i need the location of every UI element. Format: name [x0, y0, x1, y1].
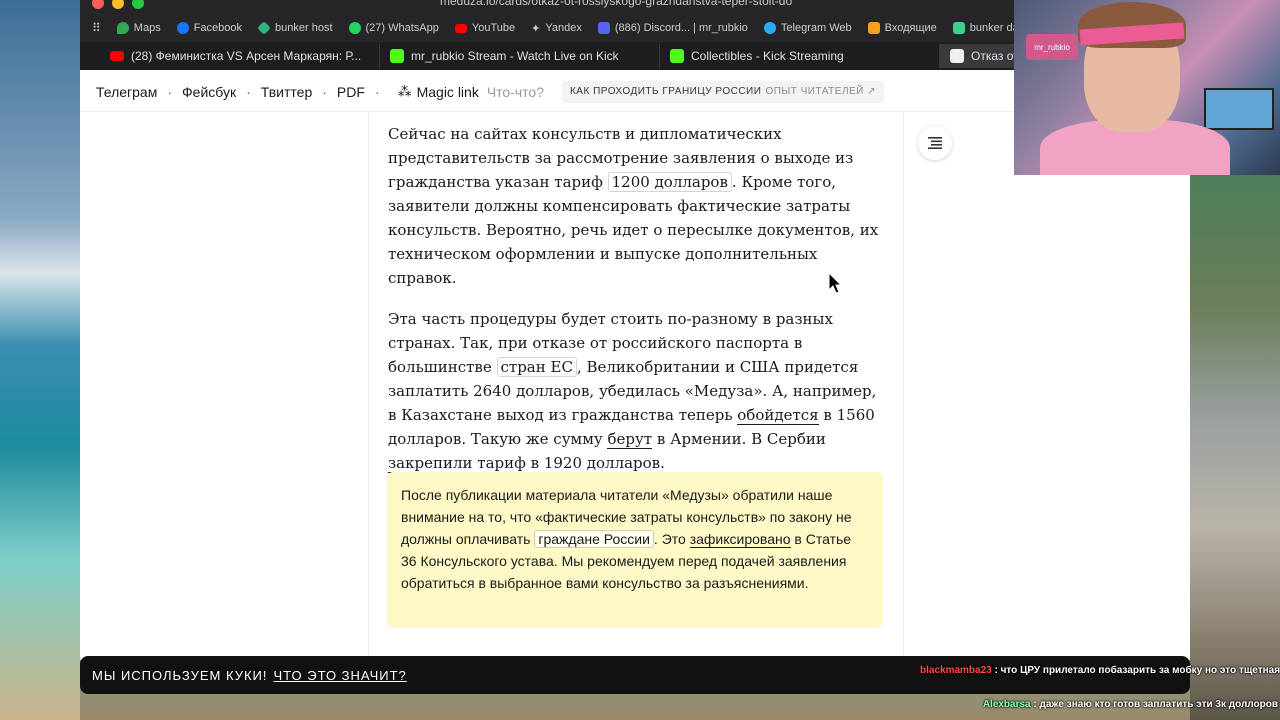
share-facebook-link[interactable]: Фейсбук — [182, 84, 236, 100]
inline-link-1200-usd[interactable]: 1200 долларов — [607, 172, 732, 192]
monitor-in-background — [1204, 88, 1274, 130]
discord-icon — [597, 22, 610, 34]
share-toolbar: Телеграм · Фейсбук · Твиттер · PDF · ⁂ M… — [80, 72, 1014, 112]
youtube-icon — [454, 23, 467, 33]
paragraph: Эта часть процедуры будет стоить по-разн… — [388, 310, 877, 473]
bookmark-discord[interactable]: (886) Discord... | mr_rubkio — [597, 22, 748, 34]
bookmark-youtube[interactable]: YouTube — [454, 22, 515, 34]
database-icon — [952, 22, 965, 34]
bookmark-inbox[interactable]: Входящие — [867, 22, 937, 34]
chat-message: Alexbarsa : даже знаю кто готов заплатит… — [982, 699, 1278, 710]
meduza-icon — [950, 49, 964, 63]
youtube-icon — [110, 51, 124, 61]
mouse-cursor-icon — [828, 272, 842, 294]
close-window-button[interactable] — [92, 0, 104, 9]
stream-chat-overlay: blackmamba23 : что ЦРУ прилетало побазар… — [920, 662, 1280, 720]
bookmark-yandex[interactable]: ✦ Yandex — [531, 22, 582, 35]
telegram-icon — [763, 22, 776, 34]
nav-separator: · — [167, 83, 173, 100]
tab-kick-collectibles[interactable]: Collectibles - Kick Streaming — [660, 44, 940, 68]
streamer-logo: mr_rubkio — [1026, 34, 1078, 60]
article-body: Сейчас на сайтах консульств и дипломатич… — [388, 122, 888, 492]
chat-username: Alexbarsa — [982, 699, 1031, 710]
bookmark-facebook[interactable]: Facebook — [176, 22, 242, 34]
editorial-note: После публикации материала читатели «Мед… — [387, 472, 883, 628]
tab-youtube[interactable]: (28) Феминистка VS Арсен Маркарян: Р... — [100, 44, 380, 68]
border-crossing-promo[interactable]: КАК ПРОХОДИТЬ ГРАНИЦУ РОССИИ ОПЫТ ЧИТАТЕ… — [561, 80, 885, 103]
facebook-icon — [176, 22, 189, 34]
minimize-window-button[interactable] — [112, 0, 124, 9]
pdf-link[interactable]: PDF — [337, 84, 365, 100]
nav-separator: · — [246, 83, 251, 100]
maximize-window-button[interactable] — [132, 0, 144, 9]
share-telegram-link[interactable]: Телеграм — [96, 84, 157, 100]
diamond-icon — [257, 21, 271, 35]
paragraph: Сейчас на сайтах консульств и дипломатич… — [388, 125, 879, 287]
webcam-overlay: mr_rubkio — [1014, 0, 1280, 175]
bookmark-telegram[interactable]: Telegram Web — [763, 22, 852, 34]
link-obojdetsya[interactable]: обойдется — [737, 406, 819, 425]
inline-link-russian-citizens[interactable]: граждане России — [534, 530, 654, 548]
whatsapp-icon — [348, 22, 361, 34]
share-twitter-link[interactable]: Твиттер — [261, 84, 312, 100]
tab-kick-stream[interactable]: mr_rubkio Stream - Watch Live on Kick — [380, 44, 660, 68]
address-bar[interactable]: meduza.io/cards/otkaz-ot-rossiyskogo-gra… — [440, 0, 792, 8]
kick-icon — [390, 49, 404, 63]
link-zakrepili[interactable]: закрепили — [388, 454, 473, 473]
bookmark-whatsapp[interactable]: (27) WhatsApp — [348, 22, 439, 34]
link-berut[interactable]: берут — [607, 430, 653, 449]
nav-separator: · — [374, 83, 380, 100]
inline-link-eu-countries[interactable]: стран ЕС — [496, 357, 577, 377]
table-of-contents-button[interactable] — [918, 126, 952, 160]
cookie-info-link[interactable]: ЧТО ЭТО ЗНАЧИТ? — [274, 668, 407, 683]
chat-message: blackmamba23 : что ЦРУ прилетало побазар… — [920, 665, 1280, 676]
mail-icon — [867, 22, 880, 34]
list-icon — [928, 137, 942, 149]
magic-link-button[interactable]: ⁂ Magic link — [398, 83, 479, 100]
window-controls — [92, 0, 144, 9]
desktop-wallpaper-left — [0, 0, 80, 720]
nav-separator: · — [322, 83, 327, 100]
sparkle-icon: ✦ — [531, 22, 541, 35]
magic-wand-icon: ⁂ — [397, 83, 412, 99]
link-zafiksirovano[interactable]: зафиксировано — [689, 531, 791, 548]
apps-grid-icon[interactable]: ⠿ — [92, 21, 101, 35]
bookmark-maps[interactable]: Maps — [116, 22, 161, 34]
chat-username: blackmamba23 — [920, 665, 992, 676]
kick-icon — [670, 49, 684, 63]
maps-pin-icon — [116, 22, 129, 34]
bookmark-bunker-host[interactable]: bunker host — [257, 21, 333, 35]
desktop-wallpaper-right — [1190, 170, 1280, 720]
what-is-it-link[interactable]: Что-что? — [487, 84, 544, 100]
